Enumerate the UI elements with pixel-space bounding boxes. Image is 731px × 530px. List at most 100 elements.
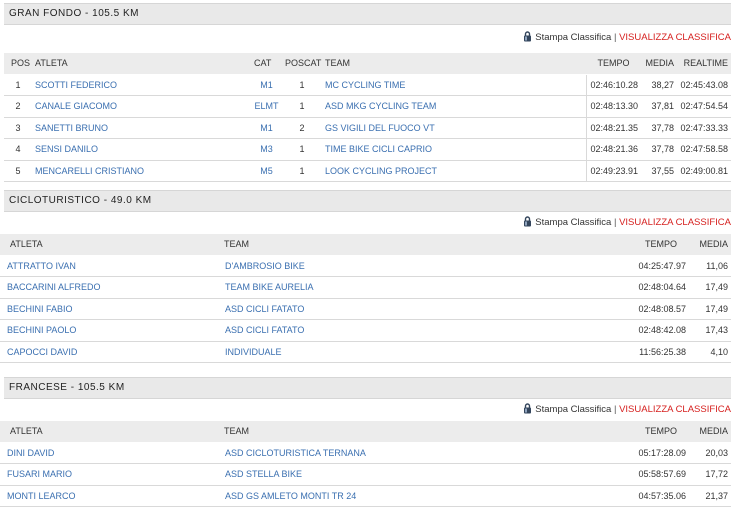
team-link[interactable]: MC CYCLING TIME (322, 74, 586, 96)
row-realtime: 02:49:00.81 (677, 160, 731, 182)
athlete-link[interactable]: BECHINI PAOLO (0, 319, 218, 342)
row-time: 02:49:23.91 (585, 160, 641, 182)
row-time: 02:48:21.35 (585, 117, 641, 139)
athlete-link[interactable]: SENSI DANILO (32, 138, 251, 161)
row-realtime: 02:47:54.54 (677, 95, 731, 118)
col-avg: MEDIA (689, 421, 731, 443)
col-athlete: ATLETA (0, 421, 218, 443)
row-pos: 2 (4, 95, 32, 118)
separator: | (613, 217, 617, 228)
print-ranking-link[interactable]: Stampa Classifica (535, 404, 611, 415)
cat-link[interactable]: M1 (251, 117, 282, 139)
athlete-link[interactable]: BACCARINI ALFREDO (0, 276, 218, 299)
row-avg: 37,55 (641, 160, 677, 182)
lock-icon (523, 402, 532, 422)
section-title: FRANCESE - 105.5 KM (4, 377, 731, 399)
row-pos: 4 (4, 138, 32, 161)
row-poscat: 1 (282, 95, 322, 118)
team-link[interactable]: ASD CICLOTURISTICA TERNANA (218, 442, 633, 464)
results-table: ATLETA TEAM TEMPO MEDIA DINI DAVID ASD C… (0, 421, 731, 507)
athlete-link[interactable]: SCOTTI FEDERICO (32, 74, 251, 96)
row-avg: 4,10 (689, 341, 731, 363)
athlete-link[interactable]: BECHINI FABIO (0, 298, 218, 320)
cat-link[interactable]: M1 (251, 74, 282, 96)
team-link[interactable]: INDIVIDUALE (218, 341, 633, 363)
row-poscat: 1 (282, 74, 322, 96)
print-ranking-link[interactable]: Stampa Classifica (535, 32, 611, 43)
section-title: GRAN FONDO - 105.5 KM (4, 3, 731, 25)
row-avg: 21,37 (689, 485, 731, 507)
cat-link[interactable]: ELMT (251, 95, 282, 118)
team-link[interactable]: ASD GS AMLETO MONTI TR 24 (218, 485, 633, 507)
team-link[interactable]: TEAM BIKE AURELIA (218, 276, 633, 299)
row-avg: 37,78 (641, 138, 677, 161)
table-row: 4 SENSI DANILO M3 1 TIME BIKE CICLI CAPR… (4, 138, 731, 161)
row-time: 04:57:35.06 (633, 485, 689, 507)
col-team: TEAM (218, 421, 633, 443)
team-link[interactable]: ASD CICLI FATATO (218, 298, 633, 320)
athlete-link[interactable]: SANETTI BRUNO (32, 117, 251, 139)
athlete-link[interactable]: MONTI LEARCO (0, 485, 218, 507)
athlete-link[interactable]: ATTRATTO IVAN (0, 255, 218, 277)
view-ranking-link[interactable]: VISUALIZZA CLASSIFICA (619, 404, 731, 415)
team-link[interactable]: D'AMBROSIO BIKE (218, 255, 633, 277)
table-row: 1 SCOTTI FEDERICO M1 1 MC CYCLING TIME 0… (4, 74, 731, 96)
team-link[interactable]: ASD MKG CYCLING TEAM (322, 95, 586, 118)
row-avg: 17,49 (689, 276, 731, 299)
view-ranking-link[interactable]: VISUALIZZA CLASSIFICA (619, 32, 731, 43)
row-avg: 17,43 (689, 319, 731, 342)
section-francese: FRANCESE - 105.5 KM Stampa Classifica | … (0, 377, 731, 507)
table-row: CAPOCCI DAVID INDIVIDUALE 11:56:25.38 4,… (0, 341, 731, 363)
col-avg: MEDIA (689, 234, 731, 256)
row-time: 11:56:25.38 (633, 341, 689, 363)
col-pos: POS (4, 53, 32, 75)
cat-link[interactable]: M3 (251, 138, 282, 161)
col-realtime: REALTIME (677, 53, 731, 75)
section-tools: Stampa Classifica | VISUALIZZA CLASSIFIC… (4, 213, 731, 233)
row-pos: 5 (4, 160, 32, 182)
col-athlete: ATLETA (0, 234, 218, 256)
table-row: 2 CANALE GIACOMO ELMT 1 ASD MKG CYCLING … (4, 95, 731, 118)
table-row: BECHINI FABIO ASD CICLI FATATO 02:48:08.… (0, 298, 731, 320)
team-link[interactable]: ASD STELLA BIKE (218, 463, 633, 486)
row-avg: 17,72 (689, 463, 731, 486)
section-tools: Stampa Classifica | VISUALIZZA CLASSIFIC… (4, 28, 731, 48)
col-poscat: POSCAT (282, 53, 322, 75)
row-poscat: 1 (282, 138, 322, 161)
team-link[interactable]: GS VIGILI DEL FUOCO VT (322, 117, 586, 139)
row-time: 02:46:10.28 (585, 74, 641, 96)
col-athlete: ATLETA (32, 53, 251, 75)
row-time: 02:48:21.36 (585, 138, 641, 161)
view-ranking-link[interactable]: VISUALIZZA CLASSIFICA (619, 217, 731, 228)
row-realtime: 02:47:58.58 (677, 138, 731, 161)
team-link[interactable]: ASD CICLI FATATO (218, 319, 633, 342)
athlete-link[interactable]: CAPOCCI DAVID (0, 341, 218, 363)
row-avg: 37,81 (641, 95, 677, 118)
athlete-link[interactable]: MENCARELLI CRISTIANO (32, 160, 251, 182)
table-row: 3 SANETTI BRUNO M1 2 GS VIGILI DEL FUOCO… (4, 117, 731, 139)
lock-icon (523, 30, 532, 50)
table-row: FUSARI MARIO ASD STELLA BIKE 05:58:57.69… (0, 463, 731, 486)
print-ranking-link[interactable]: Stampa Classifica (535, 217, 611, 228)
row-avg: 17,49 (689, 298, 731, 320)
athlete-link[interactable]: FUSARI MARIO (0, 463, 218, 486)
table-header: POS ATLETA CAT POSCAT TEAM TEMPO MEDIA R… (4, 53, 731, 75)
row-pos: 1 (4, 74, 32, 96)
separator: | (613, 32, 617, 43)
athlete-link[interactable]: CANALE GIACOMO (32, 95, 251, 118)
athlete-link[interactable]: DINI DAVID (0, 442, 218, 464)
col-time: TEMPO (633, 234, 689, 256)
row-poscat: 2 (282, 117, 322, 139)
team-link[interactable]: LOOK CYCLING PROJECT (322, 160, 586, 182)
team-link[interactable]: TIME BIKE CICLI CAPRIO (322, 138, 586, 161)
section-tools: Stampa Classifica | VISUALIZZA CLASSIFIC… (4, 400, 731, 420)
row-realtime: 02:47:33.33 (677, 117, 731, 139)
col-avg: MEDIA (641, 53, 677, 75)
row-time: 04:25:47.97 (633, 255, 689, 277)
row-time: 02:48:42.08 (633, 319, 689, 342)
table-row: 5 MENCARELLI CRISTIANO M5 1 LOOK CYCLING… (4, 160, 731, 182)
cat-link[interactable]: M5 (251, 160, 282, 182)
row-avg: 20,03 (689, 442, 731, 464)
row-pos: 3 (4, 117, 32, 139)
results-table: POS ATLETA CAT POSCAT TEAM TEMPO MEDIA R… (4, 53, 731, 182)
